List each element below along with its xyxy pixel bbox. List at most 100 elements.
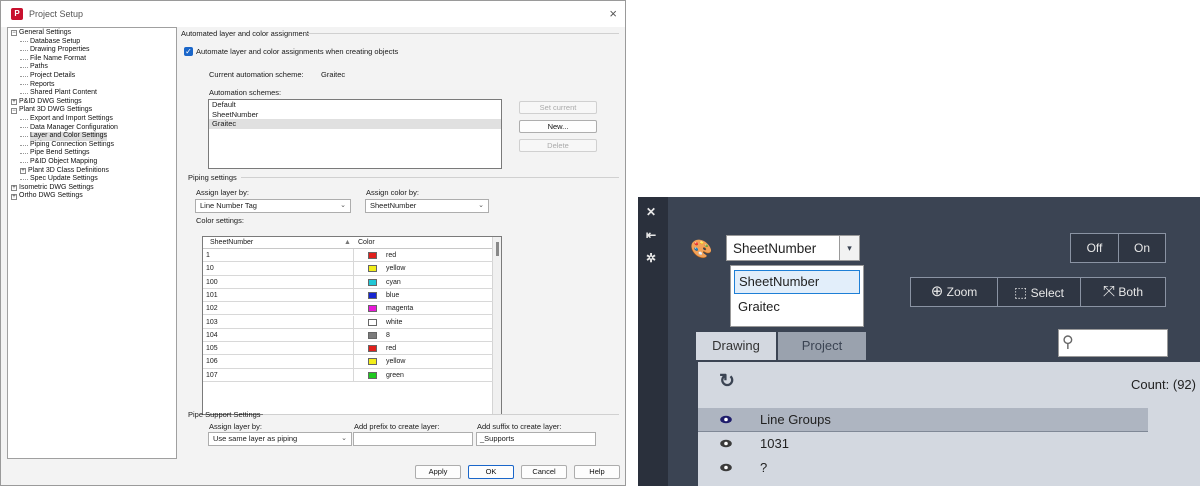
apply-button[interactable]: Apply [415,465,461,479]
tree-item-label: Piping Connection Settings [30,140,115,148]
dialog-title-bar[interactable]: P Project Setup × [1,1,625,27]
expand-icon[interactable]: + [11,193,17,200]
tree-item[interactable]: Paths [8,63,176,72]
cancel-button[interactable]: Cancel [521,465,567,479]
color-settings-grid[interactable]: SheetNumber ▲ Color 1 red 10 yellow 100 cyan 1… [202,236,502,415]
expand-icon[interactable]: + [11,184,17,191]
tree-item[interactable]: + Isometric DWG Settings [8,184,176,193]
zoom-select-bar: ⊕ Zoom ⬚ Select ⤧ Both [910,277,1166,307]
tree-item[interactable]: Project Details [8,72,176,81]
automate-checkbox[interactable]: ✓ [184,47,193,56]
pin-icon[interactable]: ⇤ [646,228,656,242]
table-row[interactable]: 10 yellow [203,262,493,276]
set-current-button[interactable]: Set current [519,101,597,114]
table-row[interactable]: 102 magenta [203,302,493,316]
eye-icon[interactable] [720,463,732,472]
table-row[interactable]: 103 white [203,315,493,329]
list-item-label: Line Groups [760,412,831,427]
prefix-input[interactable] [353,432,473,446]
list-group-header[interactable]: Line Groups [698,408,1148,432]
group-divider [263,414,619,415]
suffix-input[interactable]: _Supports [476,432,596,446]
tab-project[interactable]: Project [778,332,866,360]
assign-layer-combo[interactable]: Line Number Tag ⌄ [195,199,351,213]
tree-item[interactable]: Export and Import Settings [8,115,176,124]
tree-item-label: Export and Import Settings [30,114,113,122]
close-icon[interactable]: ✕ [646,205,656,219]
close-icon[interactable]: × [609,6,617,21]
sheetnumber-cell: 10 [206,265,214,273]
collapse-icon[interactable]: − [11,107,17,114]
tree-item[interactable]: Spec Update Settings [8,175,176,184]
search-input[interactable]: ⚲ [1058,329,1168,357]
tree-item[interactable]: Shared Plant Content [8,89,176,98]
current-scheme-value: Graitec [321,70,346,79]
tree-item-label: Ortho DWG Settings [19,192,83,200]
tree-item[interactable]: + Plant 3D Class Definitions [8,167,176,176]
table-row[interactable]: 105 red [203,342,493,356]
tree-item[interactable]: Data Manager Configuration [8,124,176,133]
tree-item[interactable]: Layer and Color Settings [8,132,176,141]
scheme-list-item[interactable]: SheetNumber [209,110,501,120]
automated-group-label: Automated layer and color assignment [181,29,309,38]
refresh-icon[interactable]: ↻ [719,370,735,393]
toggle-off-button[interactable]: Off [1071,234,1118,262]
tree-item[interactable]: + Ortho DWG Settings [8,192,176,201]
tree-item[interactable]: Drawing Properties [8,46,176,55]
tree-item[interactable]: P&ID Object Mapping [8,158,176,167]
settings-tree[interactable]: − General Settings Database Setup Drawing P… [7,27,177,459]
expand-icon[interactable]: + [11,99,17,106]
ok-button[interactable]: OK [468,465,514,479]
tree-item[interactable]: − General Settings [8,29,176,38]
list-item[interactable]: ? [698,456,1148,480]
tree-item[interactable]: + P&ID DWG Settings [8,98,176,107]
settings-icon[interactable]: ✲ [646,251,656,265]
collapse-icon[interactable]: − [11,30,17,37]
help-button[interactable]: Help [574,465,620,479]
scheme-list-item[interactable]: Graitec [209,119,501,129]
zoom-button[interactable]: ⊕ Zoom [911,278,997,306]
toggle-on-button[interactable]: On [1119,234,1165,262]
assign-color-combo[interactable]: SheetNumber ⌄ [365,199,489,213]
support-assign-layer-combo[interactable]: Use same layer as piping ⌄ [208,432,352,446]
select-button[interactable]: ⬚ Select [998,278,1080,306]
table-row[interactable]: 107 green [203,368,493,382]
tree-item[interactable]: Pipe Bend Settings [8,149,176,158]
tab-drawing[interactable]: Drawing [696,332,776,360]
dropdown-option-sheetnumber[interactable]: SheetNumber [734,270,860,294]
expand-icon[interactable]: + [20,167,26,174]
tree-connector [20,41,28,43]
schemes-list[interactable]: Default SheetNumber Graitec [208,99,502,169]
delete-scheme-button[interactable]: Delete [519,139,597,152]
tree-connector [20,153,28,155]
color-cell: yellow [386,265,406,273]
scheme-list-item[interactable]: Default [209,100,501,110]
dropdown-option-graitec[interactable]: Graitec [734,296,860,320]
table-row[interactable]: 101 blue [203,288,493,303]
table-row[interactable]: 104 8 [203,328,493,343]
scrollbar-thumb[interactable] [496,242,499,256]
list-item[interactable]: 1031 [698,432,1148,456]
group-divider [307,33,619,34]
eye-icon[interactable] [720,439,732,448]
eye-icon[interactable] [720,415,732,424]
grid-scrollbar[interactable] [492,237,501,414]
tree-item[interactable]: Piping Connection Settings [8,141,176,150]
scheme-dropdown[interactable]: SheetNumber ▾ [726,235,860,261]
both-button[interactable]: ⤧ Both [1081,278,1165,306]
table-row[interactable]: 106 yellow [203,355,493,369]
color-swatch [368,331,377,339]
tree-item[interactable]: Reports [8,81,176,90]
table-row[interactable]: 1 red [203,249,493,263]
column-header-color[interactable]: Color [355,237,375,249]
tree-item[interactable]: Database Setup [8,38,176,47]
table-row[interactable]: 100 cyan [203,275,493,289]
tree-item[interactable]: − Plant 3D DWG Settings [8,106,176,115]
sort-ascending-icon[interactable]: ▲ [341,237,351,249]
color-swatch [368,252,377,259]
new-scheme-button[interactable]: New... [519,120,597,133]
tree-item[interactable]: File Name Format [8,55,176,64]
sheetnumber-cell: 100 [206,278,218,286]
chevron-down-icon[interactable]: ▾ [839,236,859,260]
column-header-sheetnumber[interactable]: SheetNumber [207,237,253,249]
